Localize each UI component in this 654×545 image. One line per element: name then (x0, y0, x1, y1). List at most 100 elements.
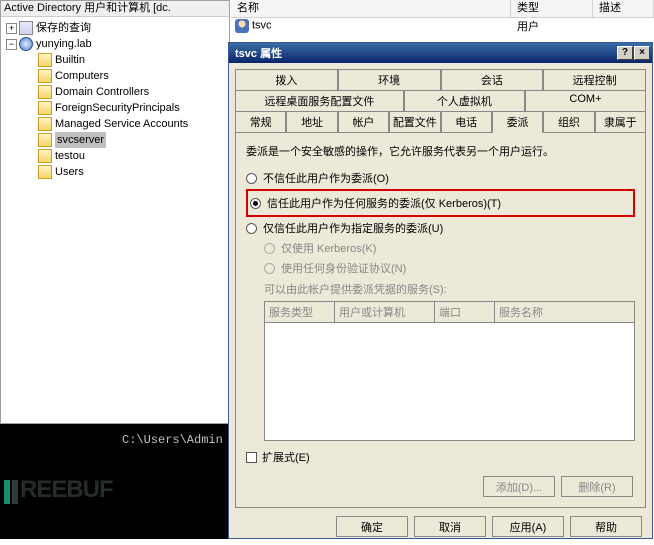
delegation-panel: 委派是一个安全敏感的操作，它允许服务代表另一个用户运行。 不信任此用户作为委派(… (235, 132, 646, 508)
tab-general[interactable]: 常规 (235, 111, 286, 133)
checkbox-icon (246, 452, 257, 463)
th-user-computer[interactable]: 用户或计算机 (335, 302, 435, 322)
tab-row-1: 拨入 环境 会话 远程控制 (235, 69, 646, 90)
tab-delegation[interactable]: 委派 (492, 111, 543, 133)
tree-label: svcserver (55, 132, 106, 148)
services-table: 服务类型 用户或计算机 端口 服务名称 (264, 301, 635, 441)
tab-account[interactable]: 帐户 (338, 111, 389, 133)
th-port[interactable]: 端口 (435, 302, 495, 322)
th-service-name[interactable]: 服务名称 (495, 302, 634, 322)
radio-icon (250, 198, 261, 209)
tab-complus[interactable]: COM+ (525, 90, 646, 111)
remove-button[interactable]: 删除(R) (561, 476, 633, 497)
domain-icon (19, 37, 33, 51)
list-cell-name: tsvc (252, 19, 272, 31)
radio-any-auth: 使用任何身份验证协议(N) (264, 259, 635, 277)
user-icon (235, 19, 249, 33)
plus-icon[interactable]: + (6, 23, 17, 34)
folder-icon (38, 149, 52, 163)
col-type[interactable]: 类型 (511, 0, 593, 17)
radio-icon (246, 173, 257, 184)
tab-dialin[interactable]: 拨入 (235, 69, 338, 90)
ad-tree: + 保存的查询 − yunying.lab Builtin Computers … (1, 17, 229, 180)
col-desc[interactable]: 描述 (593, 0, 654, 17)
tab-address[interactable]: 地址 (286, 111, 337, 133)
dialog-titlebar[interactable]: tsvc 属性 ? × (229, 43, 652, 63)
watermark: REEBUF (4, 476, 113, 504)
highlight-box: 信任此用户作为任何服务的委派(仅 Kerberos)(T) (246, 189, 635, 217)
add-button[interactable]: 添加(D)... (483, 476, 555, 497)
tree-node-svcserver[interactable]: svcserver (4, 132, 229, 148)
checkbox-label: 扩展式(E) (262, 449, 310, 465)
radio-label: 仅信任此用户作为指定服务的委派(U) (263, 220, 443, 236)
tree-label: Managed Service Accounts (55, 116, 188, 132)
cancel-button[interactable]: 取消 (414, 516, 486, 537)
tree-saved-queries[interactable]: + 保存的查询 (4, 20, 229, 36)
delegation-desc: 委派是一个安全敏感的操作，它允许服务代表另一个用户运行。 (246, 143, 635, 159)
tree-node-testou[interactable]: testou (4, 148, 229, 164)
folder-icon (38, 85, 52, 99)
radio-label: 使用任何身份验证协议(N) (281, 260, 406, 276)
tree-domain[interactable]: − yunying.lab (4, 36, 229, 52)
tree-label: 保存的查询 (36, 20, 91, 36)
tab-profile[interactable]: 配置文件 (389, 111, 440, 133)
radio-no-trust[interactable]: 不信任此用户作为委派(O) (246, 169, 635, 187)
ok-button[interactable]: 确定 (336, 516, 408, 537)
folder-icon (38, 101, 52, 115)
tab-organization[interactable]: 组织 (543, 111, 594, 133)
dialog-title: tsvc 属性 (235, 45, 282, 61)
radio-label: 不信任此用户作为委派(O) (263, 170, 389, 186)
object-list: 名称 类型 描述 tsvc 用户 (231, 0, 654, 42)
dialog-button-row: 确定 取消 应用(A) 帮助 (229, 508, 652, 545)
tab-member-of[interactable]: 隶属于 (595, 111, 646, 133)
tab-environment[interactable]: 环境 (338, 69, 441, 90)
tree-node-computers[interactable]: Computers (4, 68, 229, 84)
radio-icon (264, 263, 275, 274)
tab-rds-profile[interactable]: 远程桌面服务配置文件 (235, 90, 404, 111)
help-button[interactable]: ? (617, 46, 633, 60)
tree-label: Builtin (55, 52, 85, 68)
tab-remote-control[interactable]: 远程控制 (543, 69, 646, 90)
col-name[interactable]: 名称 (231, 0, 511, 17)
tree-label: Users (55, 164, 84, 180)
services-label: 可以由此帐户提供委派凭据的服务(S): (264, 281, 635, 297)
services-table-body[interactable] (264, 323, 635, 441)
expanded-checkbox-row[interactable]: 扩展式(E) (246, 449, 635, 465)
radio-trust-any[interactable]: 信任此用户作为任何服务的委派(仅 Kerberos)(T) (250, 194, 631, 212)
folder-icon (38, 117, 52, 131)
radio-trust-specified[interactable]: 仅信任此用户作为指定服务的委派(U) (246, 219, 635, 237)
tree-label: ForeignSecurityPrincipals (55, 100, 180, 116)
tab-phone[interactable]: 电话 (441, 111, 492, 133)
radio-label: 仅使用 Kerberos(K) (281, 240, 376, 256)
list-header: 名称 类型 描述 (231, 0, 654, 18)
tab-row-2: 远程桌面服务配置文件 个人虚拟机 COM+ (235, 90, 646, 111)
tab-row-3: 常规 地址 帐户 配置文件 电话 委派 组织 隶属于 (235, 111, 646, 133)
tree-node-users[interactable]: Users (4, 164, 229, 180)
tree-node-domain-controllers[interactable]: Domain Controllers (4, 84, 229, 100)
folder-icon (38, 165, 52, 179)
radio-icon (264, 243, 275, 254)
tree-label: Computers (55, 68, 109, 84)
tree-label: Domain Controllers (55, 84, 149, 100)
folder-icon (38, 133, 52, 147)
folder-icon (38, 53, 52, 67)
th-service-type[interactable]: 服务类型 (265, 302, 335, 322)
tab-sessions[interactable]: 会话 (441, 69, 544, 90)
radio-kerberos-only: 仅使用 Kerberos(K) (264, 239, 635, 257)
minus-icon[interactable]: − (6, 39, 17, 50)
tree-label: testou (55, 148, 85, 164)
apply-button[interactable]: 应用(A) (492, 516, 564, 537)
tree-node-builtin[interactable]: Builtin (4, 52, 229, 68)
ad-tree-panel: Active Directory 用户和计算机 [dc. + 保存的查询 − y… (0, 0, 230, 424)
tree-node-msa[interactable]: Managed Service Accounts (4, 116, 229, 132)
console-path: C:\Users\Admin (122, 433, 223, 447)
radio-icon (246, 223, 257, 234)
tab-personal-vm[interactable]: 个人虚拟机 (404, 90, 525, 111)
list-row[interactable]: tsvc 用户 (231, 18, 654, 36)
close-button[interactable]: × (634, 46, 650, 60)
radio-label: 信任此用户作为任何服务的委派(仅 Kerberos)(T) (267, 195, 501, 211)
tree-node-fsp[interactable]: ForeignSecurityPrincipals (4, 100, 229, 116)
properties-dialog: tsvc 属性 ? × 拨入 环境 会话 远程控制 远程桌面服务配置文件 个人虚… (228, 42, 653, 539)
ad-title: Active Directory 用户和计算机 [dc. (1, 1, 229, 17)
help-button[interactable]: 帮助 (570, 516, 642, 537)
